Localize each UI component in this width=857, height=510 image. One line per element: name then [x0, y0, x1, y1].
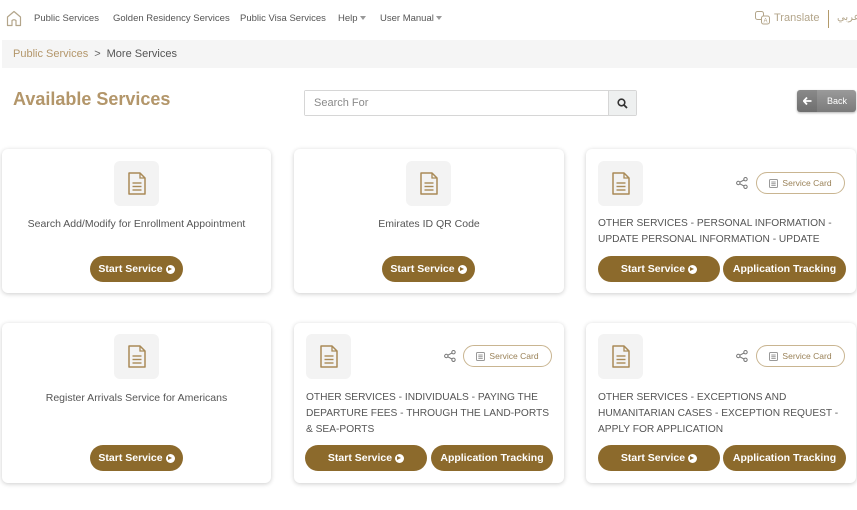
arrow-circle-right-icon — [165, 453, 175, 463]
service-title: Search Add/Modify for Enrollment Appoint… — [27, 218, 246, 230]
arrow-left-icon — [797, 90, 817, 112]
nav-user-manual-label: User Manual — [380, 13, 434, 24]
arrow-circle-right-icon — [395, 453, 405, 463]
application-tracking-button[interactable]: Application Tracking — [723, 256, 846, 282]
translate-button[interactable]: A Translate — [755, 11, 819, 25]
start-service-label: Start Service — [98, 263, 163, 275]
service-title: Emirates ID QR Code — [378, 218, 480, 230]
translate-label: Translate — [774, 12, 820, 24]
document-icon — [114, 334, 159, 379]
card-icon — [769, 351, 779, 361]
top-navigation: Public Services Golden Residency Service… — [0, 0, 857, 38]
back-label: Back — [827, 96, 848, 106]
svg-text:A: A — [764, 19, 768, 25]
service-card: Service Card OTHER SERVICES - PERSONAL I… — [586, 149, 856, 293]
nav-golden-residency-services[interactable]: Golden Residency Services — [113, 13, 230, 24]
service-card: Service Card OTHER SERVICES - INDIVIDUAL… — [294, 323, 564, 483]
document-icon — [598, 334, 643, 379]
start-service-label: Start Service — [390, 263, 455, 275]
start-service-button[interactable]: Start Service — [598, 256, 720, 282]
document-icon — [114, 161, 159, 206]
back-button[interactable]: Back — [797, 90, 856, 112]
service-card-button[interactable]: Service Card — [756, 345, 845, 367]
share-icon[interactable] — [444, 349, 456, 367]
service-title: OTHER SERVICES - EXCEPTIONS AND HUMANITA… — [598, 392, 839, 435]
service-card-button[interactable]: Service Card — [756, 172, 845, 194]
service-title: Register Arrivals Service for Americans — [45, 392, 228, 404]
service-card: Search Add/Modify for Enrollment Appoint… — [2, 149, 271, 293]
start-service-label: Start Service — [327, 452, 393, 464]
divider — [828, 10, 829, 28]
language-switch[interactable]: عربي — [837, 12, 857, 23]
arrow-circle-right-icon — [688, 264, 698, 274]
caret-down-icon — [435, 16, 442, 21]
search-button[interactable] — [608, 91, 636, 115]
breadcrumb-current: More Services — [106, 48, 177, 60]
nav-public-visa-services[interactable]: Public Visa Services — [240, 13, 326, 24]
document-icon — [598, 161, 643, 206]
service-card-button[interactable]: Service Card — [463, 345, 552, 367]
start-service-label: Start Service — [98, 452, 163, 464]
search-input[interactable] — [305, 91, 608, 115]
service-title: OTHER SERVICES - PERSONAL INFORMATION - … — [598, 218, 832, 245]
share-icon[interactable] — [736, 349, 748, 367]
document-icon — [306, 334, 351, 379]
arrow-circle-right-icon — [165, 264, 175, 274]
breadcrumb-public-services[interactable]: Public Services — [13, 48, 88, 60]
service-card: Register Arrivals Service for Americans … — [2, 323, 271, 483]
start-service-button[interactable]: Start Service — [305, 445, 427, 471]
start-service-label: Start Service — [620, 452, 686, 464]
card-icon — [476, 351, 486, 361]
home-icon[interactable] — [6, 10, 22, 27]
nav-help-label: Help — [338, 13, 358, 24]
breadcrumb: Public Services > More Services — [2, 40, 857, 68]
application-tracking-button[interactable]: Application Tracking — [723, 445, 846, 471]
application-tracking-button[interactable]: Application Tracking — [431, 445, 553, 471]
service-title: OTHER SERVICES - INDIVIDUALS - PAYING TH… — [306, 392, 550, 435]
service-card-label: Service Card — [489, 351, 539, 361]
arrow-circle-right-icon — [688, 453, 698, 463]
document-icon — [406, 161, 451, 206]
nav-help[interactable]: Help — [338, 13, 366, 24]
card-icon — [769, 178, 779, 188]
search-icon — [617, 97, 628, 109]
breadcrumb-separator: > — [94, 48, 101, 60]
translate-icon: A — [755, 11, 770, 25]
start-service-button[interactable]: Start Service — [598, 445, 720, 471]
page-title: Available Services — [13, 89, 171, 109]
service-card-label: Service Card — [782, 178, 832, 188]
service-card: Service Card OTHER SERVICES - EXCEPTIONS… — [586, 323, 856, 483]
caret-down-icon — [359, 16, 366, 21]
start-service-button[interactable]: Start Service — [382, 256, 475, 282]
arrow-circle-right-icon — [457, 264, 467, 274]
start-service-label: Start Service — [620, 263, 686, 275]
search-bar — [304, 90, 637, 116]
nav-public-services[interactable]: Public Services — [34, 13, 99, 24]
start-service-button[interactable]: Start Service — [90, 445, 183, 471]
share-icon[interactable] — [736, 176, 748, 194]
service-card: Emirates ID QR Code Start Service — [294, 149, 564, 293]
start-service-button[interactable]: Start Service — [90, 256, 183, 282]
nav-user-manual[interactable]: User Manual — [380, 13, 442, 24]
service-card-label: Service Card — [782, 351, 832, 361]
